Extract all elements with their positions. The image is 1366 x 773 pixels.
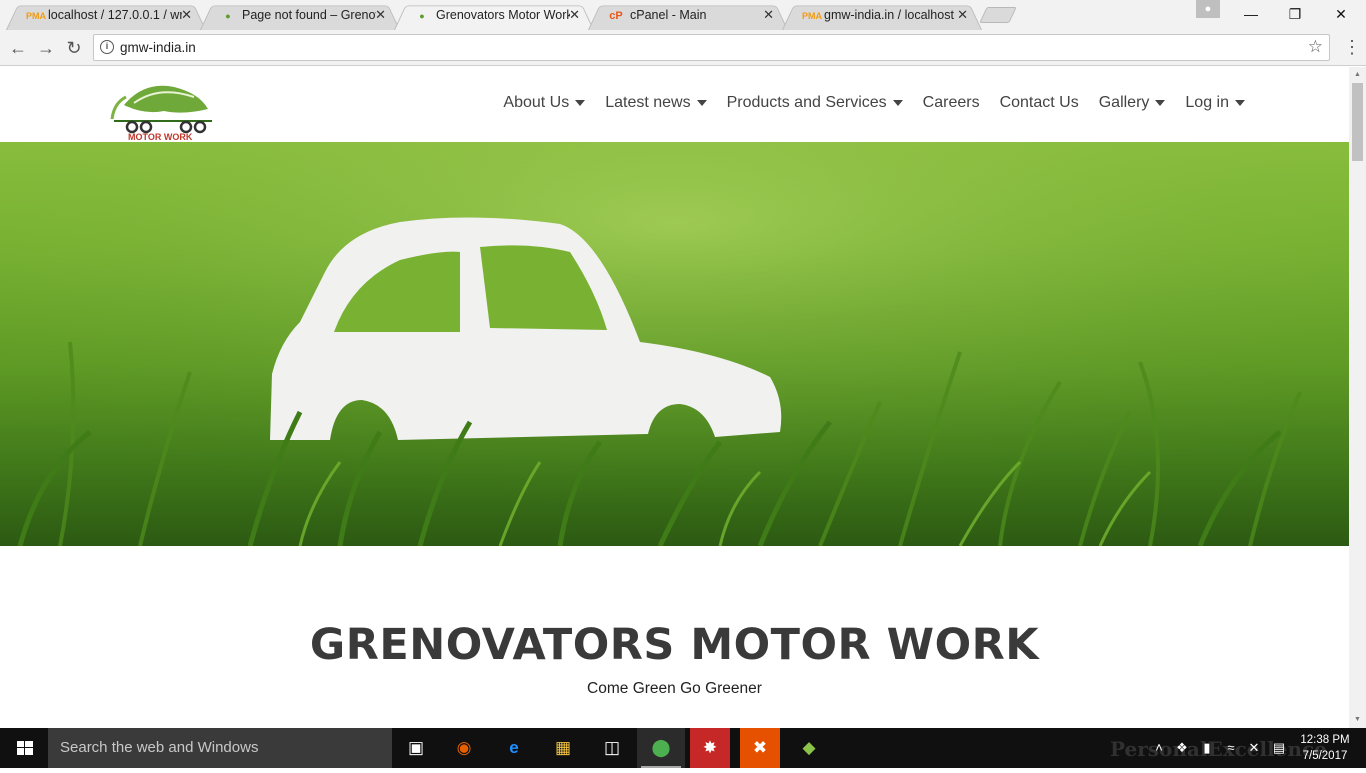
tab-grenovators-motor-work[interactable]: ● Grenovators Motor Work ✕ <box>394 2 594 30</box>
reload-icon[interactable]: ↻ <box>62 36 86 60</box>
nav-label: Careers <box>922 94 980 111</box>
tab-page-not-found[interactable]: ● Page not found – Grenov ✕ <box>200 2 400 30</box>
close-tab-icon[interactable]: ✕ <box>375 7 386 23</box>
firefox-icon[interactable]: ◉ <box>440 728 488 768</box>
new-tab-button[interactable] <box>979 7 1017 23</box>
info-icon[interactable]: i <box>100 40 114 54</box>
page-scrollbar[interactable]: ▲ ▼ <box>1349 67 1366 728</box>
back-arrow-icon[interactable]: ← <box>6 36 30 60</box>
caret-down-icon <box>696 100 707 106</box>
store-icon[interactable]: ◫ <box>588 728 636 768</box>
caret-down-icon <box>892 100 903 106</box>
leaf-car-logo-icon <box>110 85 212 134</box>
edge-icon[interactable]: e <box>490 728 538 768</box>
app-red-icon[interactable]: ✸ <box>690 728 730 768</box>
notifications-icon[interactable]: ▤ <box>1268 728 1290 768</box>
page-headline: GRENOVATORS MOTOR WORK <box>309 620 1040 670</box>
site-header: MOTOR WORK About Us Latest news Products… <box>0 67 1349 142</box>
nav-label: Products and Services <box>726 94 887 111</box>
main-navigation: About Us Latest news Products and Servic… <box>483 94 1245 112</box>
close-tab-icon[interactable]: ✕ <box>763 7 774 23</box>
close-tab-icon[interactable]: ✕ <box>957 7 968 23</box>
windows-logo-icon <box>17 741 33 755</box>
maximize-button[interactable]: ❐ <box>1272 0 1318 28</box>
system-clock[interactable]: 12:38 PM 7/5/2017 <box>1296 732 1354 764</box>
phpmyadmin-icon: PMA <box>802 11 822 21</box>
windows-taskbar: Search the web and Windows ▣ ◉ e ▦ ◫ ⬤ ✸… <box>0 728 1366 768</box>
page-viewport: MOTOR WORK About Us Latest news Products… <box>0 67 1349 728</box>
caret-down-icon <box>1155 100 1166 106</box>
minimize-button[interactable]: — <box>1228 0 1274 28</box>
tab-title: cPanel - Main <box>630 8 707 22</box>
tab-title: Grenovators Motor Work <box>436 8 570 22</box>
nav-label: Gallery <box>1098 94 1150 111</box>
bookmark-star-icon[interactable]: ☆ <box>1308 37 1323 57</box>
taskbar-search[interactable]: Search the web and Windows <box>48 728 392 768</box>
site-logo[interactable]: MOTOR WORK <box>104 75 216 142</box>
hero-banner <box>0 142 1349 546</box>
search-placeholder: Search the web and Windows <box>60 739 259 756</box>
close-tab-icon[interactable]: ✕ <box>181 7 192 23</box>
nav-label: Latest news <box>605 94 691 111</box>
chrome-icon[interactable]: ⬤ <box>637 728 685 768</box>
tab-cpanel[interactable]: cP cPanel - Main ✕ <box>588 2 788 30</box>
phpmyadmin-icon: PMA <box>26 11 46 21</box>
clock-time: 12:38 PM <box>1300 734 1350 746</box>
profile-icon[interactable]: ● <box>1196 0 1220 18</box>
watermark-text: PersonalExcellence <box>1110 737 1327 761</box>
nav-products-services[interactable]: Products and Services <box>727 94 903 112</box>
logo-text: MOTOR WORK <box>128 132 193 142</box>
clock-date: 7/5/2017 <box>1302 750 1348 762</box>
nav-label: Contact Us <box>999 94 1079 111</box>
forward-arrow-icon[interactable]: → <box>34 36 58 60</box>
car-logo-icon: ● <box>419 11 425 21</box>
close-window-button[interactable]: ✕ <box>1318 0 1364 28</box>
dropbox-icon[interactable]: ❖ <box>1172 728 1192 768</box>
tab-title: gmw-india.in / localhost <box>824 8 954 22</box>
task-view-icon[interactable]: ▣ <box>392 728 440 768</box>
tab-gmw-localhost[interactable]: PMA gmw-india.in / localhost ✕ <box>782 2 982 30</box>
scroll-up-icon[interactable]: ▲ <box>1349 67 1366 83</box>
paper-car-on-grass-image <box>0 142 1349 546</box>
start-button[interactable] <box>0 728 48 768</box>
caret-down-icon <box>575 100 586 106</box>
nav-label: Log in <box>1185 94 1229 111</box>
xampp-icon[interactable]: ✖ <box>740 728 780 768</box>
scrollbar-thumb[interactable] <box>1352 83 1363 161</box>
car-logo-icon: ● <box>225 11 231 21</box>
nav-log-in[interactable]: Log in <box>1185 94 1245 112</box>
caret-down-icon <box>1235 100 1245 106</box>
address-bar[interactable]: i gmw-india.in ☆ <box>93 34 1330 61</box>
tab-localhost-phpmyadmin[interactable]: PMA localhost / 127.0.0.1 / wr ✕ <box>6 2 206 30</box>
tab-title: localhost / 127.0.0.1 / wr <box>48 8 182 22</box>
nav-about-us[interactable]: About Us <box>503 94 586 112</box>
nav-careers[interactable]: Careers <box>923 94 980 112</box>
page-tagline: Come Green Go Greener <box>587 680 762 697</box>
nav-gallery[interactable]: Gallery <box>1099 94 1166 112</box>
chrome-menu-icon[interactable]: ⋮ <box>1343 36 1361 58</box>
browser-tabstrip: PMA localhost / 127.0.0.1 / wr ✕ ● Page … <box>0 0 1366 30</box>
nav-latest-news[interactable]: Latest news <box>605 94 707 112</box>
nav-contact-us[interactable]: Contact Us <box>1000 94 1079 112</box>
tray-expand-icon[interactable]: ˄ <box>1150 728 1168 768</box>
volume-muted-icon[interactable]: ✕ <box>1244 728 1264 768</box>
app-kite-icon[interactable]: ◆ <box>785 728 833 768</box>
nav-label: About Us <box>503 94 570 111</box>
tab-title: Page not found – Grenov <box>242 8 376 22</box>
file-explorer-icon[interactable]: ▦ <box>539 728 587 768</box>
close-tab-icon[interactable]: ✕ <box>569 7 580 23</box>
battery-icon[interactable]: ▮ <box>1196 728 1218 768</box>
wifi-icon[interactable]: ≈ <box>1220 728 1242 768</box>
browser-toolbar: ← → ↻ i gmw-india.in ☆ ⋮ <box>0 30 1366 66</box>
cpanel-icon: cP <box>609 10 623 22</box>
scroll-down-icon[interactable]: ▼ <box>1349 712 1366 728</box>
url-text[interactable]: gmw-india.in <box>120 40 196 55</box>
